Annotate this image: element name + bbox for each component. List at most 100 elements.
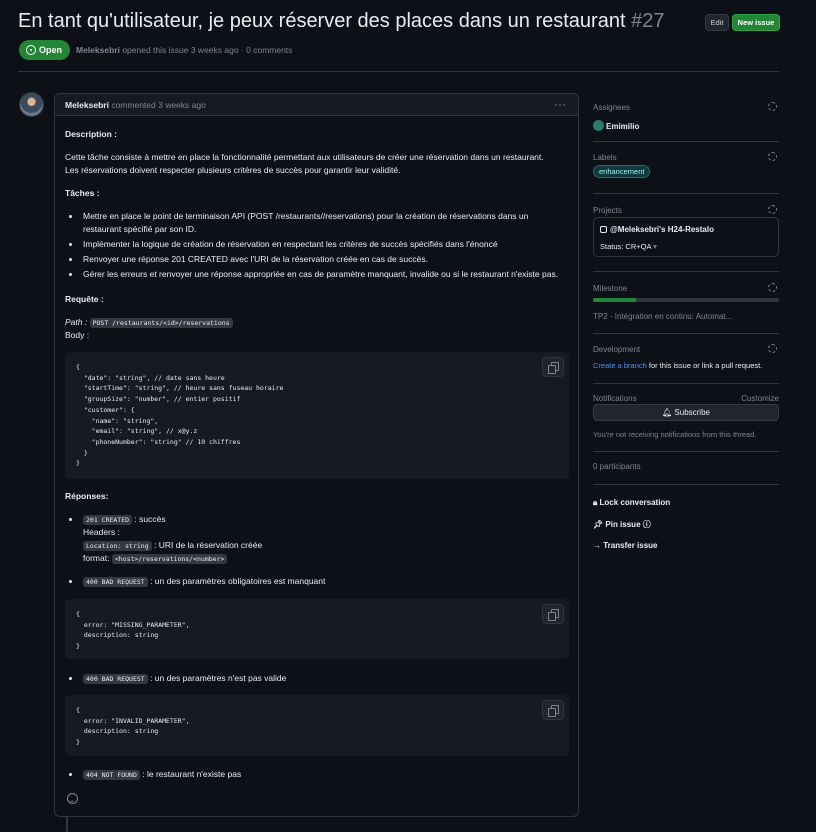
- status-badge: Open: [19, 40, 70, 60]
- body-label: Body :: [65, 330, 90, 340]
- assignee[interactable]: Emimilio: [593, 120, 639, 131]
- sidebar-divider: [593, 484, 779, 485]
- customize-link[interactable]: Customize: [741, 394, 779, 403]
- copy-icon[interactable]: [542, 700, 564, 720]
- location-code: Location: string: [83, 541, 152, 551]
- project-card[interactable]: @Meleksebri's H24-Restalo Status: CR+QA …: [593, 217, 779, 257]
- response-404-text: : le restaurant n'existe pas: [142, 769, 242, 779]
- transfer-issue[interactable]: → Transfer issue: [593, 541, 657, 550]
- pin-icon: 📌︎: [593, 520, 604, 529]
- bullet-icon: [69, 215, 72, 218]
- location-line: Location: string : URI de la réservation…: [83, 540, 263, 551]
- timeline-line: [66, 817, 68, 832]
- bullet-icon: [69, 580, 72, 583]
- milestone-section: Milestone TP2 - Intégration en continu: …: [593, 283, 779, 324]
- participants-count: 0 participants: [593, 462, 641, 471]
- lock-icon: 🔒︎: [593, 498, 598, 507]
- issue-meta-text: Meleksebri opened this issue 3 weeks ago…: [76, 45, 292, 55]
- task-item-1: Mettre en place le point de terminaison …: [83, 211, 529, 221]
- sidebar-divider: [593, 141, 779, 142]
- sidebar-divider: [593, 451, 779, 452]
- invalid-param-code-block: { error: "INVALID_PARAMETER", descriptio…: [65, 695, 569, 756]
- notifications-title: Notifications: [593, 394, 637, 403]
- project-name[interactable]: @Meleksebri's H24-Restalo: [610, 225, 714, 234]
- info-icon[interactable]: ⓘ: [643, 520, 651, 529]
- issue-title: En tant qu'utilisateur, je peux réserver…: [18, 10, 664, 33]
- lock-conversation[interactable]: 🔒︎ Lock conversation: [593, 498, 670, 508]
- assignees-gear-icon[interactable]: [768, 102, 777, 111]
- development-title: Development: [593, 345, 641, 354]
- format-label: format:: [83, 553, 110, 563]
- task-item-2: Implémenter la logique de création de ré…: [83, 239, 498, 249]
- sidebar-divider: [593, 193, 779, 194]
- copy-icon[interactable]: [542, 357, 564, 377]
- bell-icon: 🔔︎: [662, 408, 673, 417]
- avatar[interactable]: [19, 92, 44, 117]
- table-icon: [600, 226, 607, 233]
- milestone-name[interactable]: TP2 - Intégration en continu: Automat...: [593, 312, 732, 321]
- task-item-1-cont: restaurant spécifié par son ID.: [83, 224, 197, 234]
- milestone-progress-fill: [593, 298, 636, 302]
- copy-icon[interactable]: [542, 604, 564, 624]
- arrow-right-icon: →: [593, 541, 601, 550]
- labels-title: Labels: [593, 153, 617, 162]
- missing-param-code-block: { error: "MISSING_PARAMETER", descriptio…: [65, 599, 569, 659]
- smiley-icon[interactable]: [67, 793, 78, 804]
- comment-timestamp[interactable]: commented 3 weeks ago: [111, 100, 206, 110]
- milestone-progress: [593, 298, 779, 302]
- task-item-3: Renvoyer une réponse 201 CREATED avec l'…: [83, 254, 428, 264]
- path-label: Path :: [65, 317, 88, 327]
- development-section: Development Create a branch for this iss…: [593, 344, 779, 375]
- bullet-icon: [69, 273, 72, 276]
- issue-comment: Meleksebri commented 3 weeks ago ··· Des…: [54, 93, 579, 817]
- new-issue-button[interactable]: New issue: [732, 14, 780, 31]
- assignee-name[interactable]: Emimilio: [606, 122, 639, 131]
- project-name-line: @Meleksebri's H24-Restalo: [600, 225, 714, 234]
- response-404-code: 404 NOT FOUND: [83, 770, 140, 780]
- milestone-gear-icon[interactable]: [768, 283, 777, 292]
- description-line-1: Cette tâche consiste à mettre en place l…: [65, 152, 544, 162]
- missing-param-code: { error: "MISSING_PARAMETER", descriptio…: [76, 610, 190, 651]
- response-400-missing-text: : un des paramètres obligatoires est man…: [150, 576, 326, 586]
- request-heading: Requête :: [65, 294, 104, 304]
- participants-section: 0 participants: [593, 462, 779, 476]
- assignee-avatar: [593, 120, 604, 131]
- issue-author-link[interactable]: Meleksebri: [76, 45, 120, 55]
- chevron-down-icon: ▾: [653, 242, 657, 251]
- response-400-missing: 400 BAD REQUEST : un des paramètres obli…: [83, 576, 326, 587]
- task-item-4: Gérer les erreurs et renvoyer une répons…: [83, 269, 559, 279]
- development-line: Create a branch for this issue or link a…: [593, 361, 762, 370]
- projects-section: Projects @Meleksebri's H24-Restalo Statu…: [593, 205, 779, 264]
- development-gear-icon[interactable]: [768, 344, 777, 353]
- format-line: format: <host>/reservations/<number>: [83, 553, 228, 564]
- comment-header: Meleksebri commented 3 weeks ago ···: [55, 94, 578, 116]
- bullet-icon: [69, 243, 72, 246]
- transfer-issue-label: Transfer issue: [603, 541, 658, 550]
- subscribe-button[interactable]: 🔔︎ Subscribe: [593, 404, 779, 421]
- project-status[interactable]: Status: CR+QA ▾: [600, 242, 657, 251]
- kebab-menu-icon[interactable]: ···: [554, 97, 566, 111]
- issue-meta-detail: opened this issue 3 weeks ago · 0 commen…: [122, 45, 293, 55]
- labels-gear-icon[interactable]: [768, 152, 777, 161]
- projects-gear-icon[interactable]: [768, 205, 777, 214]
- description-line-2: Les réservations doivent respecter plusi…: [65, 165, 401, 175]
- issue-number: #27: [631, 10, 665, 32]
- path-code: POST /restaurants/<id>/reservations: [89, 318, 233, 328]
- project-status-text: Status: CR+QA: [600, 242, 652, 251]
- response-404: 404 NOT FOUND : le restaurant n'existe p…: [83, 769, 242, 780]
- bullet-icon: [69, 677, 72, 680]
- response-201-text: : succès: [134, 514, 166, 524]
- labels-section: Labels enhancement: [593, 152, 779, 183]
- invalid-param-code: { error: "INVALID_PARAMETER", descriptio…: [76, 706, 190, 747]
- location-text: : URI de la réservation créée: [154, 540, 263, 550]
- pin-issue[interactable]: 📌︎ Pin issue ⓘ: [593, 519, 651, 530]
- headers-label: Headers :: [83, 527, 120, 537]
- response-201: 201 CREATED : succès: [83, 514, 166, 525]
- create-branch-link[interactable]: Create a branch: [593, 361, 647, 370]
- comment-author-link[interactable]: Meleksebri: [65, 100, 109, 110]
- status-badge-label: Open: [39, 45, 63, 55]
- label-enhancement[interactable]: enhancement: [593, 165, 651, 178]
- notifications-section: Notifications Customize 🔔︎ Subscribe You…: [593, 394, 779, 444]
- edit-button[interactable]: Edit: [705, 14, 729, 31]
- notifications-status: You're not receiving notifications from …: [593, 430, 757, 439]
